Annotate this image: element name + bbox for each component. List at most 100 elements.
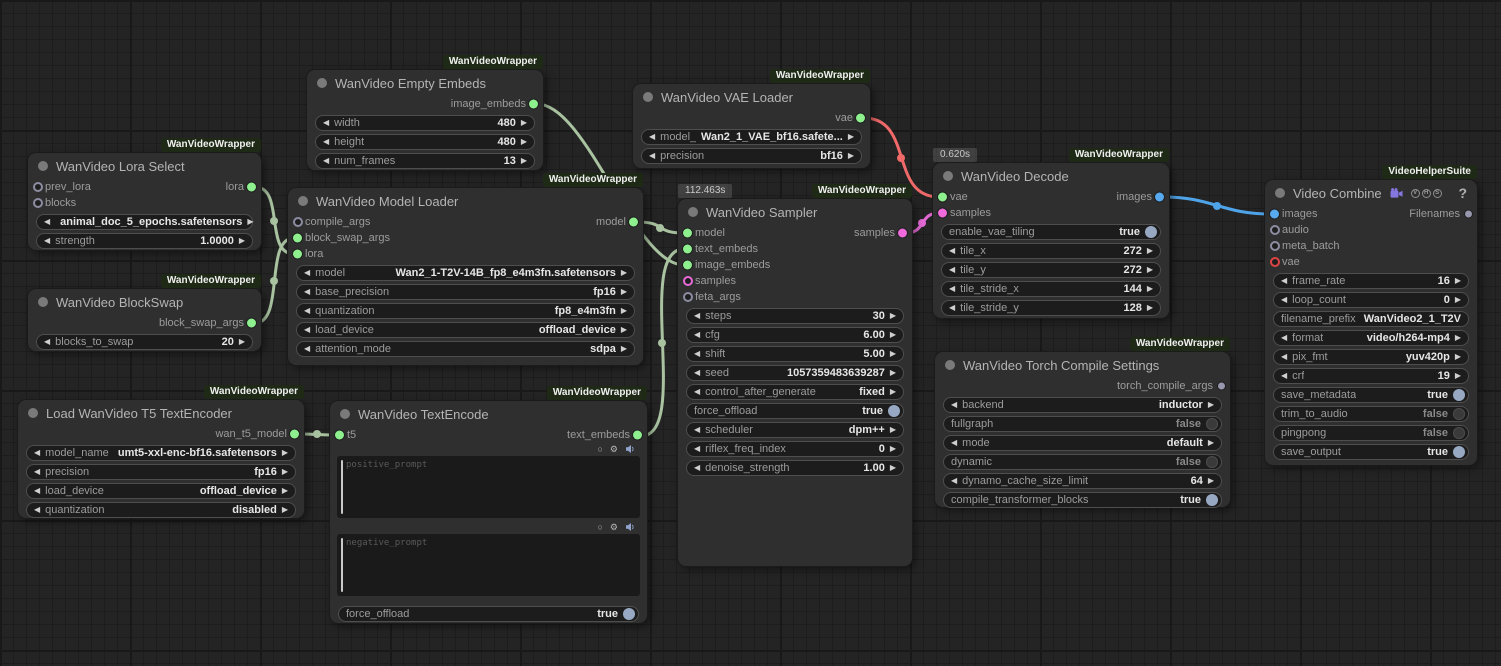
prev-arrow-icon[interactable]: ◀	[34, 468, 40, 476]
prev-arrow-icon[interactable]: ◀	[323, 138, 329, 146]
next-arrow-icon[interactable]: ▶	[890, 388, 896, 396]
prev-arrow-icon[interactable]: ◀	[34, 506, 40, 514]
prev-arrow-icon[interactable]: ◀	[323, 119, 329, 127]
node-titlebar[interactable]: WanVideo Decode	[933, 163, 1169, 189]
widget-pix-fmt[interactable]: ◀ pix_fmt yuv420p ▶	[1273, 349, 1469, 365]
prev-arrow-icon[interactable]: ◀	[694, 464, 700, 472]
collapse-dot-icon[interactable]	[943, 171, 953, 181]
help-button[interactable]: ?	[1458, 185, 1467, 201]
widget-force-offload[interactable]: force_offload true	[686, 403, 904, 419]
next-arrow-icon[interactable]: ▶	[1208, 477, 1214, 485]
prev-arrow-icon[interactable]: ◀	[34, 487, 40, 495]
node-wanvideo-lora-select[interactable]: WanVideoWrapper WanVideo Lora Select pre…	[28, 153, 261, 250]
widget-quantization[interactable]: ◀ quantization fp8_e4m3fn ▶	[296, 303, 635, 319]
widget-width[interactable]: ◀ width 480 ▶	[315, 115, 535, 131]
toggle-knob[interactable]	[1206, 418, 1218, 430]
input-port-samples[interactable]	[683, 276, 693, 286]
input-port-audio[interactable]	[1270, 225, 1280, 235]
prev-arrow-icon[interactable]: ◀	[44, 338, 50, 346]
input-port-block-swap-args[interactable]	[293, 234, 302, 243]
node-video-combine[interactable]: VideoHelperSuite Video Combine V H S ? i…	[1265, 180, 1477, 465]
widget-fullgraph[interactable]: fullgraph false	[943, 416, 1222, 432]
node-titlebar[interactable]: WanVideo Empty Embeds	[307, 70, 543, 96]
next-arrow-icon[interactable]: ▶	[621, 307, 627, 315]
next-arrow-icon[interactable]: ▶	[247, 218, 253, 226]
next-arrow-icon[interactable]: ▶	[239, 237, 245, 245]
prev-arrow-icon[interactable]: ◀	[649, 152, 655, 160]
widget-steps[interactable]: ◀ steps 30 ▶	[686, 308, 904, 324]
node-titlebar[interactable]: WanVideo Torch Compile Settings	[935, 352, 1230, 378]
node-wanvideo-vae-loader[interactable]: WanVideoWrapper WanVideo VAE Loader vae …	[633, 84, 870, 168]
prev-arrow-icon[interactable]: ◀	[694, 426, 700, 434]
collapse-dot-icon[interactable]	[1275, 188, 1285, 198]
output-port-image-embeds[interactable]	[529, 100, 538, 109]
prev-arrow-icon[interactable]: ◀	[1281, 277, 1287, 285]
output-port-lora[interactable]	[247, 183, 256, 192]
widget-base-precision[interactable]: ◀ base_precision fp16 ▶	[296, 284, 635, 300]
prev-arrow-icon[interactable]: ◀	[1281, 296, 1287, 304]
widget-model-name[interactable]: ◀ model_name umt5-xxl-enc-bf16.safetenso…	[26, 445, 296, 461]
widget-precision[interactable]: ◀ precision bf16 ▶	[641, 148, 862, 164]
widget-crf[interactable]: ◀ crf 19 ▶	[1273, 368, 1469, 384]
widget-load-device[interactable]: ◀ load_device offload_device ▶	[26, 483, 296, 499]
prev-arrow-icon[interactable]: ◀	[694, 388, 700, 396]
widget-dynamo-cache-size-limit[interactable]: ◀ dynamo_cache_size_limit 64 ▶	[943, 473, 1222, 489]
node-wanvideo-model-loader[interactable]: WanVideoWrapper WanVideo Model Loader co…	[288, 188, 643, 365]
widget-tile-stride-x[interactable]: ◀ tile_stride_x 144 ▶	[941, 281, 1161, 297]
output-port-images[interactable]	[1155, 193, 1164, 202]
node-titlebar[interactable]: Load WanVideo T5 TextEncoder	[18, 400, 304, 426]
widget-precision[interactable]: ◀ precision fp16 ▶	[26, 464, 296, 480]
prev-arrow-icon[interactable]: ◀	[304, 307, 310, 315]
node-titlebar[interactable]: Video Combine V H S ?	[1265, 180, 1477, 206]
gear-icon[interactable]: ⚙	[610, 523, 618, 532]
next-arrow-icon[interactable]: ▶	[282, 468, 288, 476]
output-port-samples[interactable]	[898, 229, 907, 238]
widget-format[interactable]: ◀ format video/h264-mp4 ▶	[1273, 330, 1469, 346]
next-arrow-icon[interactable]: ▶	[239, 338, 245, 346]
input-port-text-embeds[interactable]	[683, 245, 692, 254]
next-arrow-icon[interactable]: ▶	[1455, 296, 1461, 304]
widget-num-frames[interactable]: ◀ num_frames 13 ▶	[315, 153, 535, 169]
prev-arrow-icon[interactable]: ◀	[951, 477, 957, 485]
node-titlebar[interactable]: WanVideo VAE Loader	[633, 84, 870, 110]
widget-save-output[interactable]: save_output true	[1273, 444, 1469, 460]
widget-riflex-freq-index[interactable]: ◀ riflex_freq_index 0 ▶	[686, 441, 904, 457]
widget-shift[interactable]: ◀ shift 5.00 ▶	[686, 346, 904, 362]
collapse-dot-icon[interactable]	[688, 207, 698, 217]
prev-arrow-icon[interactable]: ◀	[34, 449, 40, 457]
prev-arrow-icon[interactable]: ◀	[694, 350, 700, 358]
next-arrow-icon[interactable]: ▶	[621, 269, 627, 277]
input-port-meta-batch[interactable]	[1270, 241, 1280, 251]
collapse-dot-icon[interactable]	[298, 196, 308, 206]
widget-trim-to-audio[interactable]: trim_to_audio false	[1273, 406, 1469, 422]
collapse-dot-icon[interactable]	[28, 408, 38, 418]
toggle-knob[interactable]	[1453, 389, 1465, 401]
prev-arrow-icon[interactable]: ◀	[323, 157, 329, 165]
input-port-prev-lora[interactable]	[33, 182, 43, 192]
widget-quantization[interactable]: ◀ quantization disabled ▶	[26, 502, 296, 518]
next-arrow-icon[interactable]: ▶	[521, 157, 527, 165]
next-arrow-icon[interactable]: ▶	[890, 464, 896, 472]
widget-dynamic[interactable]: dynamic false	[943, 454, 1222, 470]
node-titlebar[interactable]: WanVideo Lora Select	[28, 153, 261, 179]
widget-model-name[interactable]: ◀ model_name Wan2_1_VAE_bf16.safete... ▶	[641, 129, 862, 145]
next-arrow-icon[interactable]: ▶	[848, 133, 854, 141]
prev-arrow-icon[interactable]: ◀	[694, 331, 700, 339]
input-port-compile-args[interactable]	[293, 217, 303, 227]
negative-prompt-input[interactable]	[337, 534, 640, 596]
widget-control-after-generate[interactable]: ◀ control_after_generate fixed ▶	[686, 384, 904, 400]
next-arrow-icon[interactable]: ▶	[890, 445, 896, 453]
node-titlebar[interactable]: WanVideo Sampler	[678, 199, 912, 225]
toggle-knob[interactable]	[1145, 226, 1157, 238]
output-port-block-swap-args[interactable]	[247, 319, 256, 328]
next-arrow-icon[interactable]: ▶	[621, 345, 627, 353]
prev-arrow-icon[interactable]: ◀	[951, 439, 957, 447]
prev-arrow-icon[interactable]: ◀	[949, 247, 955, 255]
prev-arrow-icon[interactable]: ◀	[949, 266, 955, 274]
prev-arrow-icon[interactable]: ◀	[304, 269, 310, 277]
prev-arrow-icon[interactable]: ◀	[1281, 353, 1287, 361]
prev-arrow-icon[interactable]: ◀	[694, 369, 700, 377]
output-port-vae[interactable]	[856, 114, 865, 123]
next-arrow-icon[interactable]: ▶	[1455, 277, 1461, 285]
input-port-feta-args[interactable]	[683, 292, 693, 302]
